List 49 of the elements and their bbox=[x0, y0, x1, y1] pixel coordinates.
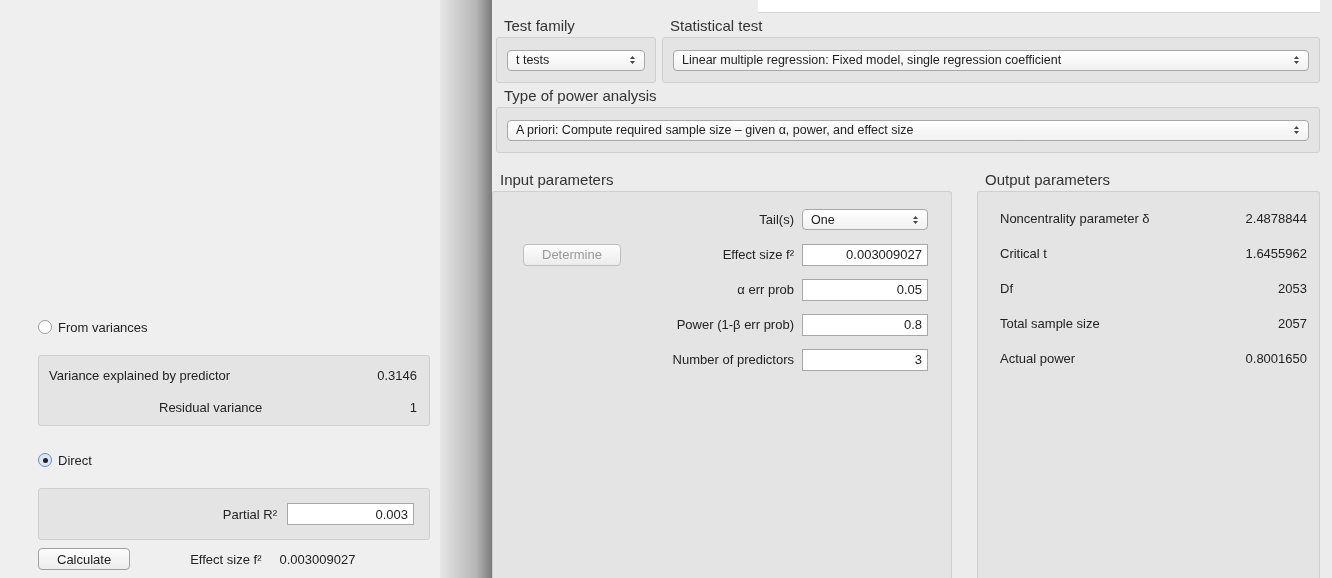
field-label: Power (1-β err prob) bbox=[676, 317, 794, 332]
input-field[interactable]: 0.05 bbox=[802, 278, 928, 301]
select-value: A priori: Compute required sample size – given α, power, and effect size bbox=[516, 123, 914, 137]
output-value: 1.6455962 bbox=[1245, 246, 1307, 261]
select-value: t tests bbox=[516, 53, 550, 67]
field-label: Tail(s) bbox=[759, 212, 794, 227]
select-value: Linear multiple regression: Fixed model, single regression coefficient bbox=[682, 53, 1062, 67]
field-label: Partial R² bbox=[222, 506, 277, 522]
output-label: Df bbox=[1000, 281, 1013, 296]
input-field[interactable]: 0.003009027 bbox=[802, 243, 928, 266]
radio-label[interactable]: From variances bbox=[58, 319, 148, 335]
input-field[interactable]: 3 bbox=[802, 348, 928, 371]
output-label: Actual power bbox=[1000, 351, 1076, 366]
stepper-arrows-icon bbox=[912, 214, 919, 225]
output-value: 2.4878844 bbox=[1245, 211, 1307, 226]
section-label: Test family bbox=[504, 17, 576, 34]
field-value: 1 bbox=[409, 400, 417, 415]
statistical-test-select[interactable]: Linear multiple regression: Fixed model, single regression coefficient bbox=[673, 49, 1309, 71]
output-label: Noncentrality parameter δ bbox=[1000, 211, 1150, 226]
output-label: Critical t bbox=[1000, 246, 1047, 261]
field-label: Number of predictors bbox=[672, 352, 794, 367]
output-value: 2057 bbox=[1278, 316, 1307, 331]
analysis-type-select[interactable]: A priori: Compute required sample size – given α, power, and effect size bbox=[507, 119, 1309, 141]
stepper-arrows-icon bbox=[629, 55, 636, 65]
input-field[interactable]: 0.003 bbox=[287, 503, 414, 525]
section-label: Type of power analysis bbox=[504, 87, 658, 104]
output-value: 2053 bbox=[1278, 281, 1307, 296]
field-label: α err prob bbox=[737, 282, 794, 297]
field-value: 0.3146 bbox=[377, 368, 417, 383]
section-label: Output parameters bbox=[985, 171, 1112, 188]
select-value: One bbox=[811, 212, 835, 227]
field-label: Residual variance bbox=[159, 400, 263, 415]
radio-button[interactable] bbox=[38, 320, 52, 334]
result-label: Effect size f² bbox=[190, 551, 262, 567]
result-value: 0.003009027 bbox=[279, 551, 356, 567]
output-value: 0.8001650 bbox=[1245, 351, 1307, 366]
radio-label[interactable]: Direct bbox=[58, 452, 92, 468]
field-label: Effect size f² bbox=[722, 247, 794, 262]
field-label: Variance explained by predictor bbox=[49, 368, 231, 383]
section-label: Input parameters bbox=[500, 171, 615, 188]
input-field[interactable]: 0.8 bbox=[802, 313, 928, 336]
stepper-arrows-icon bbox=[1293, 55, 1300, 65]
radio-button[interactable] bbox=[38, 453, 52, 467]
tails-select[interactable]: One bbox=[802, 209, 928, 230]
test-family-select[interactable]: t tests bbox=[507, 49, 645, 71]
output-label: Total sample size bbox=[1000, 316, 1100, 331]
section-label: Statistical test bbox=[670, 17, 764, 34]
calculate-button[interactable]: Calculate bbox=[38, 548, 131, 570]
stepper-arrows-icon bbox=[1293, 125, 1300, 135]
